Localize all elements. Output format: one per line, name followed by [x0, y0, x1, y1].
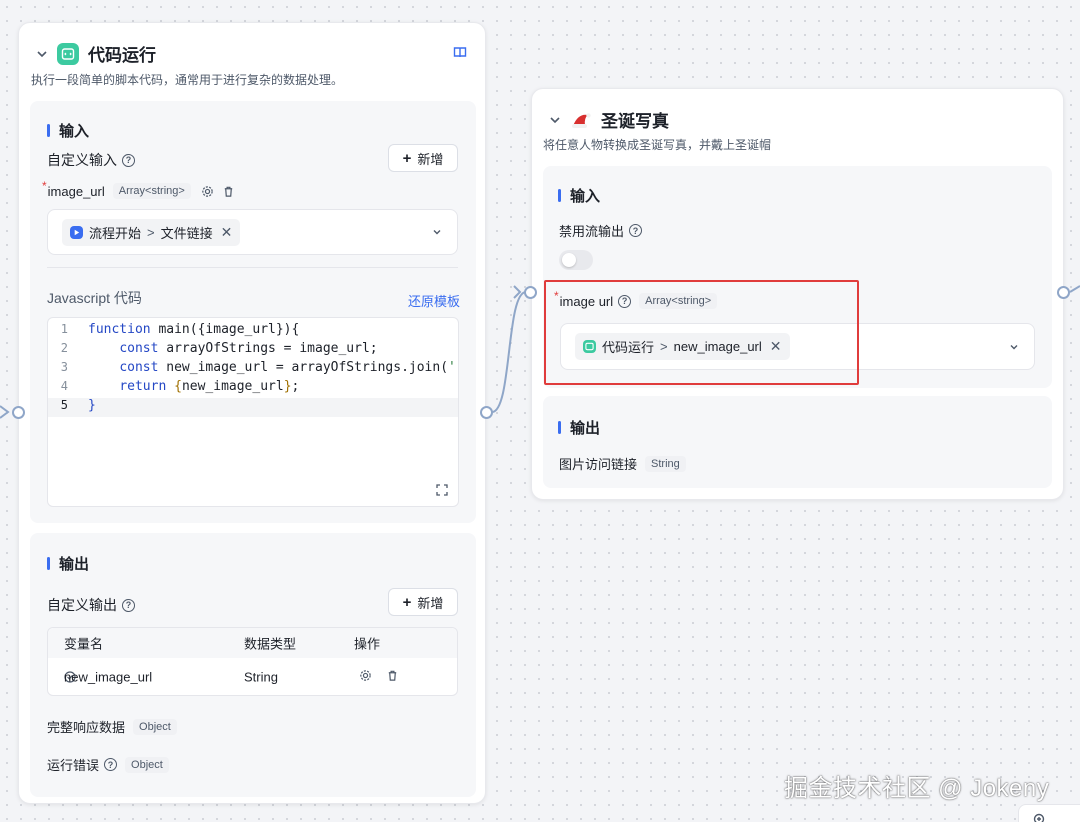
- watermark: 掘金技术社区 @ Jokeny: [784, 775, 1050, 802]
- input-port[interactable]: [524, 286, 537, 299]
- zoom-in-icon[interactable]: [1033, 813, 1047, 822]
- input-port[interactable]: [12, 406, 25, 419]
- zoom-control[interactable]: [1018, 804, 1080, 822]
- connection-lines: [0, 285, 1080, 419]
- output-port[interactable]: [480, 406, 493, 419]
- output-port[interactable]: [1057, 286, 1070, 299]
